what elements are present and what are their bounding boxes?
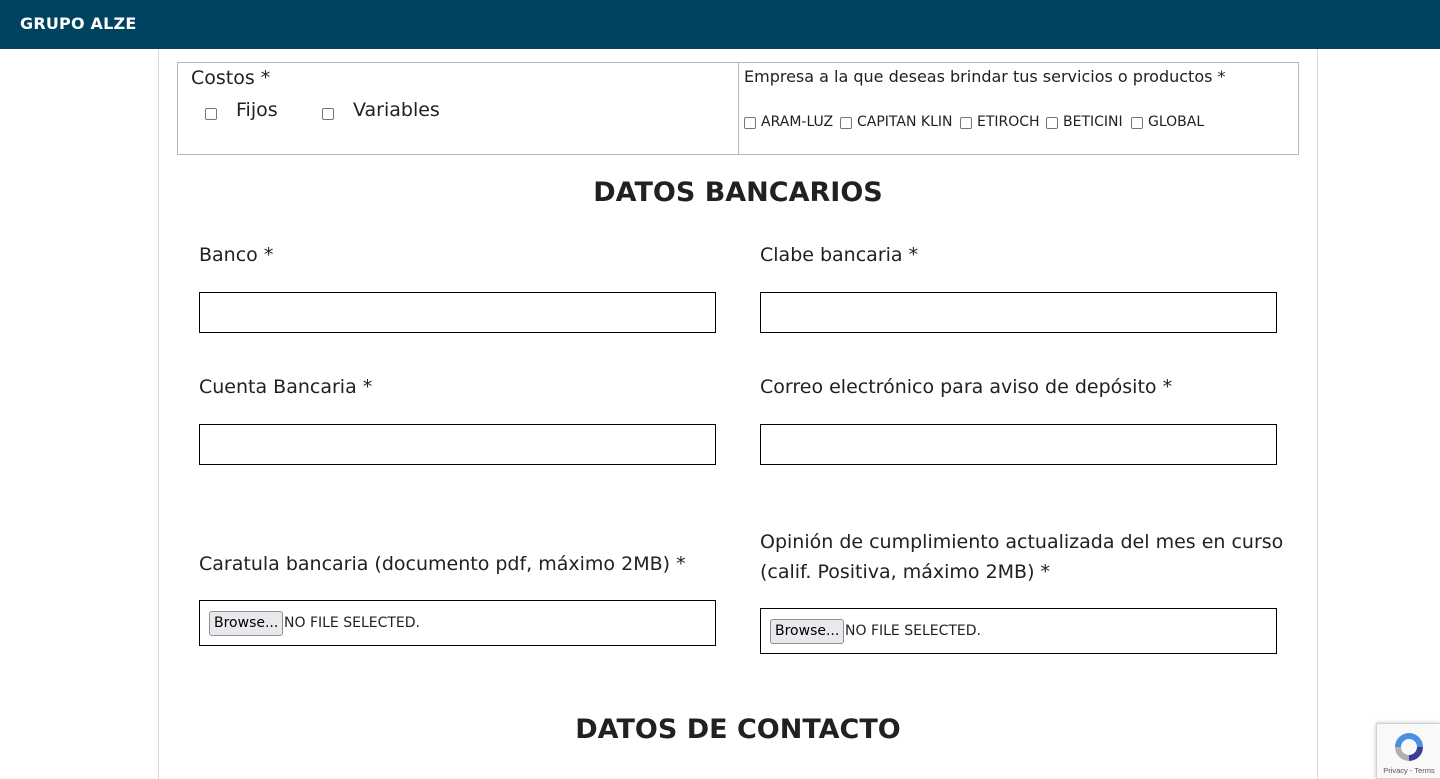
checkbox-fijos-label: Fijos (236, 99, 278, 121)
recaptcha-links[interactable]: Privacy - Terms (1377, 766, 1440, 775)
recaptcha-badge[interactable]: Privacy - Terms (1376, 723, 1440, 779)
datos-bancarios-heading: DATOS BANCARIOS (593, 177, 883, 208)
checkbox-fijos[interactable] (205, 108, 217, 120)
opinion-file-status: NO FILE SELECTED. (845, 623, 982, 639)
brand-logo-text[interactable]: GRUPO ALZE (20, 14, 136, 33)
opinion-browse-button[interactable]: Browse... (770, 619, 845, 644)
clabe-label: Clabe bancaria * (760, 244, 919, 266)
banco-label: Banco * (199, 244, 274, 266)
checkbox-etiroch-label: ETIROCH (977, 114, 1040, 130)
banco-input[interactable] (199, 292, 716, 333)
correo-label: Correo electrónico para aviso de depósit… (760, 376, 1173, 398)
cuenta-input[interactable] (199, 424, 716, 465)
datos-contacto-heading: DATOS DE CONTACTO (575, 714, 901, 745)
costos-label: Costos * (191, 67, 271, 89)
recaptcha-icon (1395, 733, 1423, 761)
checkbox-global-label: GLOBAL (1148, 114, 1205, 130)
caratula-label: Caratula bancaria (documento pdf, máximo… (199, 553, 686, 575)
checkbox-beticini[interactable] (1046, 117, 1058, 129)
checkbox-aram-luz-label: ARAM-LUZ (761, 114, 834, 130)
checkbox-capitan-klin[interactable] (840, 117, 852, 129)
form-container (158, 49, 1318, 779)
opinion-label-line1: Opinión de cumplimiento actualizada del … (760, 531, 1284, 553)
opinion-file-input[interactable]: Browse... NO FILE SELECTED. (760, 608, 1277, 654)
empresa-label: Empresa a la que deseas brindar tus serv… (744, 67, 1226, 86)
checkbox-aram-luz[interactable] (744, 117, 756, 129)
caratula-file-input[interactable]: Browse... NO FILE SELECTED. (199, 600, 716, 646)
checkbox-beticini-label: BETICINI (1063, 114, 1123, 130)
checkbox-variables[interactable] (322, 108, 334, 120)
checkbox-capitan-klin-label: CAPITAN KLIN (857, 114, 953, 130)
correo-input[interactable] (760, 424, 1277, 465)
costos-box: Costos * Fijos Variables (177, 62, 739, 155)
clabe-input[interactable] (760, 292, 1277, 333)
caratula-file-status: NO FILE SELECTED. (284, 615, 421, 631)
opinion-label-line2: (calif. Positiva, máximo 2MB) * (760, 561, 1051, 583)
checkbox-etiroch[interactable] (960, 117, 972, 129)
empresa-box: Empresa a la que deseas brindar tus serv… (738, 62, 1299, 155)
checkbox-global[interactable] (1131, 117, 1143, 129)
checkbox-variables-label: Variables (353, 99, 440, 121)
cuenta-label: Cuenta Bancaria * (199, 376, 373, 398)
top-navbar: GRUPO ALZE (0, 0, 1440, 49)
caratula-browse-button[interactable]: Browse... (209, 611, 284, 636)
